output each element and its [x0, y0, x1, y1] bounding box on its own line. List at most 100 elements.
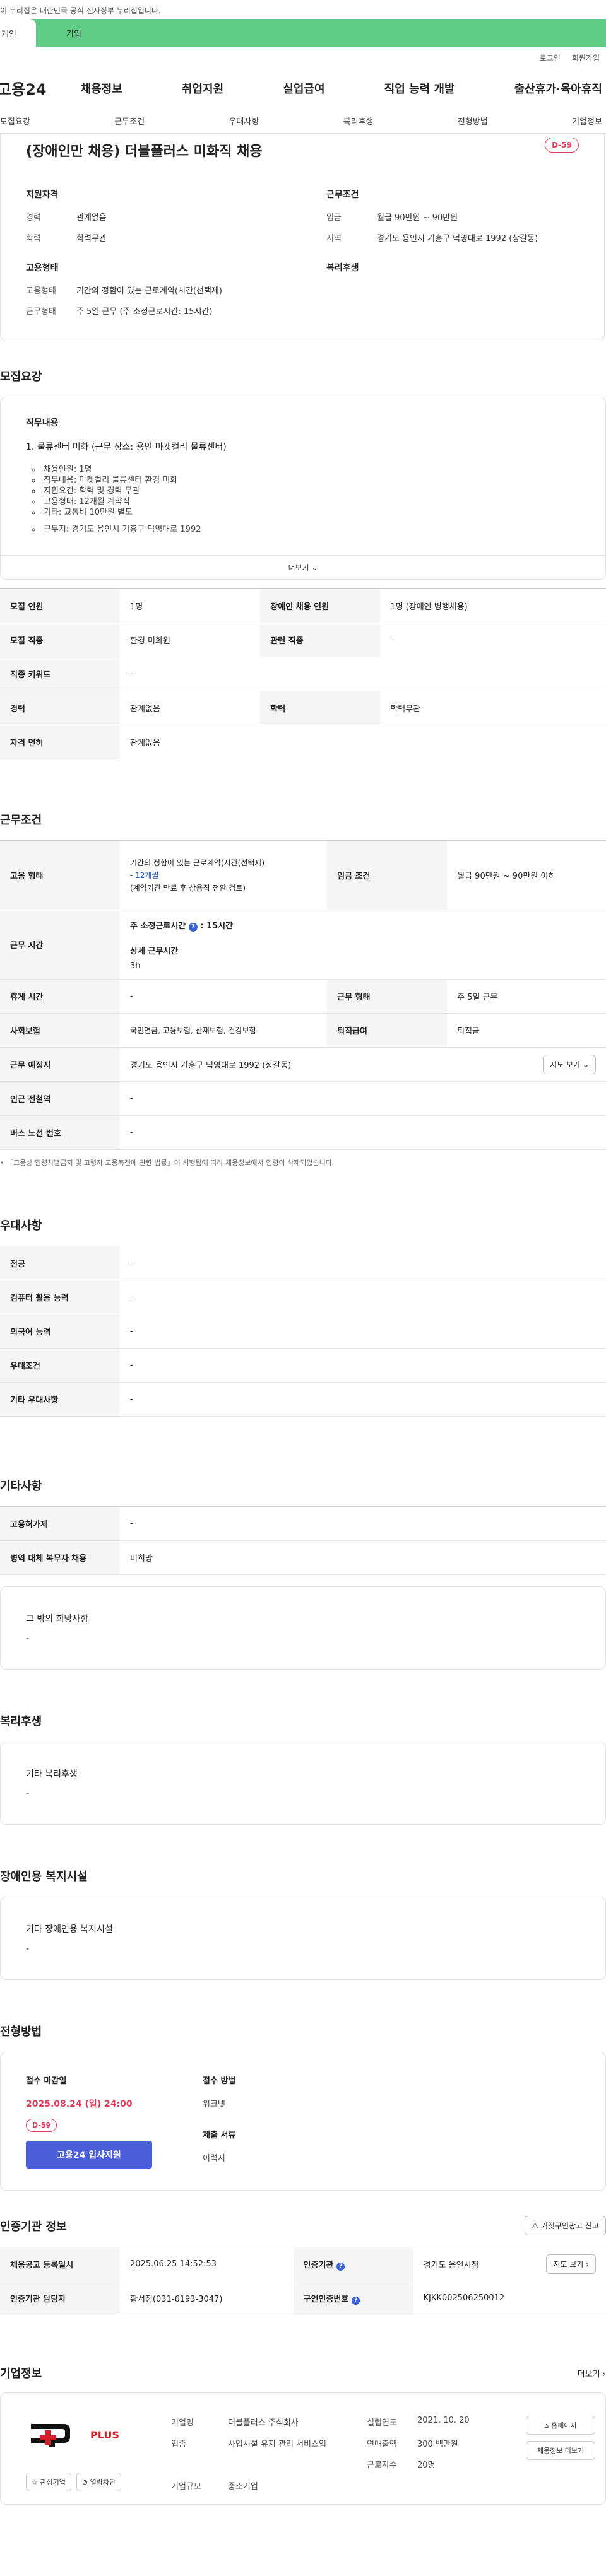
- welfare-section-title: 복리후생: [0, 1715, 42, 1728]
- other-wishes-title: 그 밖의 희망사항: [26, 1614, 89, 1624]
- anchor-preference[interactable]: 우대사항: [229, 115, 259, 127]
- anchor-company[interactable]: 기업정보: [572, 115, 602, 127]
- tab-person[interactable]: 개인: [0, 19, 36, 47]
- summary-value: 관계없음: [76, 213, 107, 223]
- favorite-company-button[interactable]: ☆ 관심기업: [26, 2473, 71, 2491]
- summary-row: 임금 월급 90만원 ~ 90만원: [326, 211, 589, 223]
- apply-button[interactable]: 고용24 입사지원: [26, 2141, 152, 2169]
- block-company-button[interactable]: ⊘ 열람차단: [76, 2473, 122, 2491]
- company-logo-text: PLUS: [90, 2428, 119, 2441]
- gnb-jobs[interactable]: 채용정보: [81, 80, 122, 97]
- company-buttons: ☆ 관심기업 ⊘ 열람차단: [26, 2473, 171, 2491]
- welfare-card-title: 기타 복리후생: [26, 1769, 78, 1779]
- cert-agency-row: 경기도 용인시청 지도 보기 ›: [424, 2254, 596, 2274]
- anchor-work[interactable]: 근무조건: [114, 115, 145, 127]
- info-icon[interactable]: ?: [351, 2296, 360, 2305]
- preference-table: 전공 - 컴퓨터 활용 능력 - 외국어 능력 - 우대조건 - 기타 우대사항 -: [0, 1246, 606, 1417]
- table-cell: -: [380, 623, 606, 657]
- gnb-skills-development[interactable]: 직업 능력 개발: [384, 80, 455, 97]
- signup-link[interactable]: 회원가입: [572, 52, 600, 63]
- age-note: • 「고용상 연령차별금지 및 고령자 고용촉진에 관한 법률」이 시행됨에 따…: [0, 1159, 335, 1167]
- gnb-unemployment-benefit[interactable]: 실업급여: [283, 80, 324, 97]
- table-cell: 학력무관: [380, 691, 606, 725]
- table-header: 기타 우대사항: [0, 1382, 120, 1417]
- table-header: 인증기관 담당자: [0, 2281, 120, 2315]
- map-button[interactable]: 지도 보기 ⌄: [543, 1055, 596, 1074]
- login-link[interactable]: 로그인: [540, 52, 561, 63]
- summary-value: 경기도 용인시 기흥구 덕영대로 1992 (상갈동): [377, 234, 538, 243]
- facility-card-value: -: [26, 1944, 30, 1954]
- block-label: 열람차단: [90, 2478, 116, 2486]
- chevron-right-icon: ›: [602, 2369, 606, 2379]
- table-row: 사회보험 국민연금, 고용보험, 산재보험, 건강보험 퇴직급여 퇴직금: [0, 1013, 606, 1048]
- other-wishes-value: -: [26, 1634, 30, 1644]
- summary-value: 월급 90만원 ~ 90만원: [377, 213, 458, 223]
- table-header: 외국어 능력: [0, 1314, 120, 1349]
- table-header: 사회보험: [0, 1013, 120, 1048]
- table-row: 전공 -: [0, 1246, 606, 1280]
- weekly-hours-label: 주 소정근로시간: [130, 921, 186, 931]
- cert-number-label: 구인인증번호: [303, 2294, 349, 2304]
- etc-section-title: 기타사항: [0, 1480, 42, 1493]
- table-row: 인근 전철역 -: [0, 1081, 606, 1116]
- employment-title: 고용형태: [26, 263, 59, 273]
- table-header: 장애인 채용 인원: [260, 588, 381, 623]
- map-button-label: 지도 보기: [550, 1060, 581, 1069]
- tab-company[interactable]: 기업: [36, 19, 81, 47]
- table-header: 자격 면허: [0, 725, 120, 759]
- table-header: 임금 조건: [327, 840, 448, 910]
- table-header: 컴퓨터 활용 능력: [0, 1280, 120, 1314]
- table-cell: 퇴직금: [447, 1013, 606, 1048]
- table-cell: -: [120, 1246, 606, 1280]
- table-row: 근무 시간 주 소정근로시간 ? : 15시간 상세 근무시간 3h: [0, 910, 606, 980]
- bottom-spacer: [0, 2505, 606, 2524]
- cert-agency-cell: 경기도 용인시청 지도 보기 ›: [413, 2247, 606, 2281]
- company-jobs-button[interactable]: 채용정보 더보기: [526, 2441, 595, 2460]
- chevron-down-icon: ⌄: [311, 563, 318, 572]
- more-button[interactable]: 더보기 ⌄: [1, 555, 605, 579]
- table-cell: 1명: [120, 588, 261, 623]
- age-note-text: 「고용상 연령차별금지 및 고령자 고용촉진에 관한 법률」이 시행됨에 따라 …: [6, 1159, 335, 1167]
- more-label: 더보기: [288, 563, 309, 572]
- info-icon[interactable]: ?: [336, 2262, 345, 2271]
- company-logo: PLUS: [26, 2416, 133, 2454]
- table-cell: -: [120, 1382, 606, 1417]
- report-false-ad-button[interactable]: ⚠ 거짓구인광고 신고: [525, 2216, 606, 2235]
- table-header: 구인인증번호 ?: [293, 2281, 413, 2315]
- table-header: 학력: [260, 691, 381, 725]
- homepage-button[interactable]: ⌂ 홈페이지: [526, 2416, 595, 2435]
- detail-hours-value: 3h: [130, 961, 141, 971]
- anchor-selection[interactable]: 전형방법: [458, 115, 488, 127]
- cert-table: 채용공고 등록일시 2025.06.25 14:52:53 인증기관 ? 경기도 용인…: [0, 2247, 606, 2315]
- recruit-detail-card: 직무내용 1. 물류센터 미화 (근무 장소: 용인 마켓컬리 물류센터) 채용…: [0, 397, 606, 580]
- table-header: 고용허가제: [0, 1506, 120, 1541]
- info-icon[interactable]: ?: [188, 922, 198, 932]
- gnb-parental-leave[interactable]: 출산휴가·육아휴직: [514, 80, 602, 97]
- table-cell: 주 5일 근무: [447, 979, 606, 1014]
- recruit-info-table: 모집 인원 1명 장애인 채용 인원 1명 (장애인 병행채용) 모집 직종 환경 미화…: [0, 588, 606, 759]
- gnb-employment-support[interactable]: 취업지원: [182, 80, 223, 97]
- map-button-label: 지도 보기: [553, 2260, 584, 2269]
- anchor-welfare[interactable]: 복리후생: [343, 115, 374, 127]
- table-cell: 2025.06.25 14:52:53: [120, 2247, 294, 2281]
- workplace-cell: 경기도 용인시 기흥구 덕영대로 1992 (상갈동) 지도 보기 ⌄: [120, 1047, 606, 1082]
- table-header: 모집 직종: [0, 623, 120, 657]
- welfare-card-value: -: [26, 1789, 30, 1799]
- table-row: 병역 대체 복무자 채용 비희망: [0, 1540, 606, 1575]
- qualification-title: 지원자격: [26, 190, 59, 200]
- gnb-menu: 채용정보 취업지원 실업급여 직업 능력 개발 출산휴가·육아휴직: [81, 80, 606, 97]
- gov-banner: 이 누리집은 대한민국 공식 전자정부 누리집입니다.: [0, 0, 606, 19]
- map-button[interactable]: 지도 보기 ›: [546, 2254, 596, 2274]
- block-icon: ⊘: [81, 2478, 88, 2486]
- founded-value: 2021. 10. 20: [417, 2416, 470, 2425]
- list-item: 근무지: 경기도 용인시 기흥구 덕영대로 1992: [41, 524, 580, 535]
- detail-hours-title: 상세 근무시간: [130, 946, 179, 956]
- job-title: (장애인만 채용) 더블플러스 미화직 채용: [26, 144, 263, 160]
- company-more-link[interactable]: 더보기 ›: [578, 2367, 606, 2379]
- table-cell: -: [120, 657, 606, 691]
- table-header: 퇴직급여: [327, 1013, 448, 1048]
- industry-label: 업종: [171, 2439, 186, 2449]
- summary-row: 고용형태 기간의 정함이 있는 근로계약(시간(선택제): [26, 284, 288, 296]
- site-logo[interactable]: 고용24: [0, 77, 47, 99]
- anchor-recruit[interactable]: 모집요강: [0, 115, 30, 127]
